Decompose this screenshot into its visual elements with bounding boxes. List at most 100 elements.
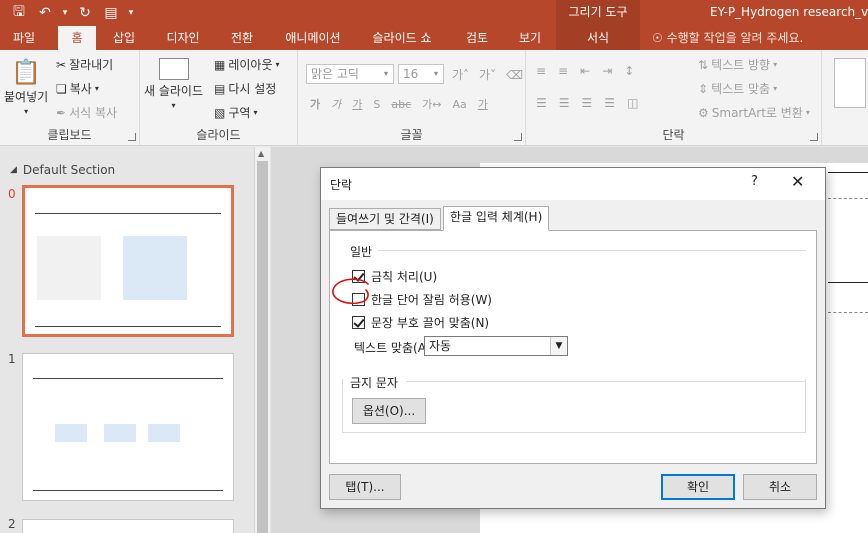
strikethrough-icon[interactable]: abc — [391, 98, 411, 111]
font-size-combo[interactable]: 16 ▾ — [398, 64, 444, 84]
tab-design[interactable]: 디자인 — [158, 26, 208, 50]
tab-review[interactable]: 검토 — [455, 26, 499, 50]
paragraph-dialog: 단락 ? ✕ 들여쓰기 및 간격(I) 한글 입력 체계(H) 일반 금칙 처리… — [320, 167, 826, 509]
section-dropdown-icon: ▾ — [253, 108, 258, 117]
clear-format-icon[interactable]: ⌫ — [506, 68, 523, 82]
tab-slideshow[interactable]: 슬라이드 쇼 — [362, 26, 442, 50]
tab-asian-typography[interactable]: 한글 입력 체계(H) — [443, 206, 550, 231]
scrollbar-thumb[interactable] — [257, 161, 268, 533]
format-painter-button[interactable]: ✒ 서식 복사 — [56, 104, 117, 121]
bullets-icon[interactable]: ≡ — [536, 64, 546, 78]
tab-home[interactable]: 홈 — [58, 26, 96, 50]
redo-icon[interactable]: ↻ — [74, 3, 96, 23]
reset-button[interactable]: ▤ 다시 설정 — [214, 80, 276, 97]
tab-format[interactable]: 서식 — [556, 26, 640, 50]
cancel-button[interactable]: 취소 — [743, 474, 817, 500]
slide-thumbnail-2[interactable] — [22, 519, 234, 533]
decrease-indent-icon[interactable]: ⇤ — [580, 64, 590, 78]
close-icon[interactable]: ✕ — [791, 172, 804, 191]
text-direction-button[interactable]: ⇅ 텍스트 방향 ▾ — [698, 56, 777, 73]
thumb-blue-box — [104, 424, 136, 442]
checkbox-box — [352, 316, 365, 329]
grow-font-icon[interactable]: 가˄ — [452, 66, 469, 83]
align-center-icon[interactable]: ☰ — [559, 96, 570, 110]
paste-dropdown-icon: ▾ — [24, 107, 29, 116]
tab-file[interactable]: 파일 — [4, 26, 44, 50]
char-spacing-icon[interactable]: 가↔ — [422, 96, 441, 112]
layout-button[interactable]: ▦ 레이아웃 ▾ — [214, 56, 280, 73]
chevron-down-icon: ▼ — [550, 337, 567, 355]
paste-label: 붙여넣기 — [4, 90, 49, 104]
change-case-icon[interactable]: Aa — [452, 98, 466, 111]
forbidden-divider — [406, 381, 806, 382]
tell-me-box[interactable]: ☉ 수행할 작업을 알려 주세요. — [652, 26, 803, 50]
font-launcher-icon[interactable] — [514, 133, 522, 141]
copy-button[interactable]: ❏ 복사 ▾ — [56, 80, 99, 97]
allow-word-break-checkbox[interactable]: 한글 단어 잘림 허용(W) — [352, 291, 492, 308]
smartart-button[interactable]: ⚙ SmartArt로 변환 ▾ — [698, 104, 810, 121]
start-slideshow-icon[interactable]: ▤ — [100, 3, 122, 23]
punctuation-compress-checkbox[interactable]: 문장 부호 끌어 맞춤(N) — [352, 314, 489, 331]
bold-icon[interactable]: 가 — [310, 96, 320, 112]
shrink-font-icon[interactable]: 가˅ — [479, 66, 496, 83]
tab-animations[interactable]: 애니메이션 — [276, 26, 350, 50]
help-button[interactable]: ? — [751, 174, 758, 189]
section-button[interactable]: ▧ 구역 ▾ — [214, 104, 257, 121]
undo-icon[interactable]: ↶ — [34, 3, 56, 23]
section-header[interactable]: ◢ Default Section — [10, 163, 115, 177]
font-color-icon[interactable]: 가 — [478, 96, 488, 112]
tabs-button[interactable]: 탭(T)... — [329, 474, 401, 500]
text-align-select[interactable]: 자동 ▼ — [424, 336, 568, 356]
clipboard-group: 📋 붙여넣기 ▾ ✂ 잘라내기 ❏ 복사 ▾ ✒ 서식 복사 클립보드 — [0, 50, 140, 146]
shadow-icon[interactable]: S — [373, 98, 380, 111]
justify-icon[interactable]: ☰ — [604, 96, 615, 110]
tab-content: 일반 금칙 처리(U) 한글 단어 잘림 허용(W) 문장 부호 끌어 맞춤(N… — [329, 230, 817, 464]
paragraph-launcher-icon[interactable] — [810, 133, 818, 141]
paste-button[interactable]: 📋 붙여넣기 ▾ — [4, 58, 48, 116]
checkbox-label: 금칙 처리(U) — [371, 270, 438, 284]
font-style-tools: 가 가 가 S abc 가↔ Aa 가 — [310, 96, 488, 112]
align-text-button[interactable]: ⇕ 텍스트 맞춤 ▾ — [698, 80, 777, 97]
tab-insert[interactable]: 삽입 — [104, 26, 144, 50]
line-spacing-icon[interactable]: ↕ — [624, 64, 634, 78]
checkbox-box — [352, 270, 365, 283]
align-left-icon[interactable]: ☰ — [536, 96, 547, 110]
layout-label: 레이아웃 — [228, 58, 273, 72]
increase-indent-icon[interactable]: ⇥ — [602, 64, 612, 78]
text-direction-dropdown-icon: ▾ — [773, 60, 778, 69]
general-group-title: 일반 — [348, 243, 375, 260]
align-tools: ☰ ☰ ☰ ☰ ◫ — [536, 96, 638, 110]
numbering-icon[interactable]: ≡ — [558, 64, 568, 78]
save-icon[interactable]: 🖫 — [8, 3, 30, 23]
smartart-icon: ⚙ — [698, 105, 709, 120]
thumb-blue-box — [55, 424, 87, 442]
underline-icon[interactable]: 가 — [352, 96, 362, 112]
ok-button[interactable]: 확인 — [661, 474, 735, 500]
customize-toolbar-icon[interactable]: ▾ — [126, 3, 136, 23]
paragraph-group-label: 단락 — [662, 128, 685, 142]
slide-thumbnail-0[interactable] — [22, 185, 234, 337]
tab-view[interactable]: 보기 — [508, 26, 552, 50]
shapes-gallery[interactable] — [834, 58, 866, 108]
hanging-punctuation-checkbox[interactable]: 금칙 처리(U) — [352, 268, 437, 285]
options-button[interactable]: 옵션(O)... — [352, 398, 426, 424]
slide-thumbnail-1[interactable] — [22, 353, 234, 501]
tab-indents-spacing[interactable]: 들여쓰기 및 간격(I) — [329, 208, 441, 230]
scroll-up-icon[interactable]: ▲ — [258, 149, 264, 158]
new-slide-dropdown-icon: ▾ — [171, 101, 176, 110]
section-name: Default Section — [22, 163, 116, 177]
slides-group: 새 슬라이드 ▾ ▦ 레이아웃 ▾ ▤ 다시 설정 ▧ 구역 ▾ 슬라이드 — [140, 50, 298, 146]
columns-icon[interactable]: ◫ — [627, 96, 638, 110]
undo-dropdown-icon[interactable]: ▾ — [60, 3, 70, 23]
tab-transitions[interactable]: 전환 — [220, 26, 264, 50]
new-slide-button[interactable]: 새 슬라이드 ▾ — [144, 58, 203, 110]
italic-icon[interactable]: 가 — [331, 96, 341, 112]
align-right-icon[interactable]: ☰ — [582, 96, 593, 110]
cut-button[interactable]: ✂ 잘라내기 — [56, 56, 113, 73]
forbidden-group-title: 금지 문자 — [348, 374, 400, 391]
font-name-combo[interactable]: 맑은 고딕 ▾ — [306, 64, 394, 84]
clipboard-launcher-icon[interactable] — [128, 133, 136, 141]
font-name-value: 맑은 고딕 — [311, 67, 359, 81]
clipboard-group-label: 클립보드 — [47, 128, 92, 142]
slide-panel-scrollbar[interactable]: ▲ — [254, 147, 270, 533]
